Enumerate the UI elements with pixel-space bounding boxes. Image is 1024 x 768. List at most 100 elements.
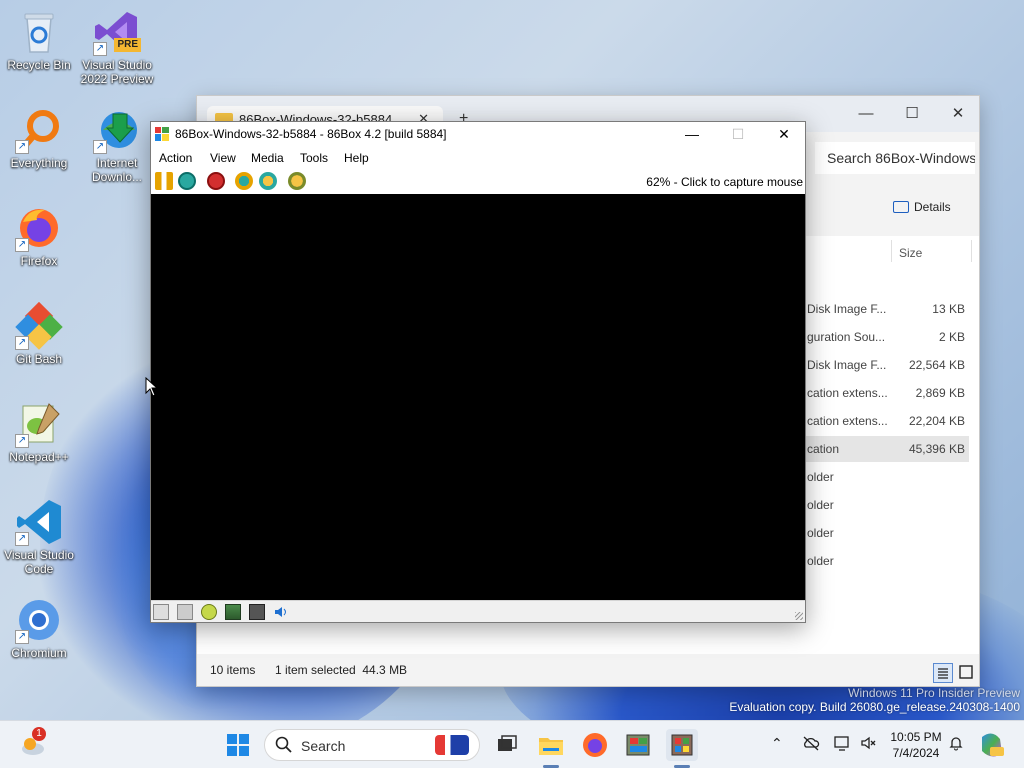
- status-selection: 1 item selected 44.3 MB: [275, 663, 408, 677]
- shortcut-arrow-icon: ↗: [15, 434, 29, 448]
- desktop-icon-notepad-plus-plus[interactable]: ↗ Notepad++: [0, 400, 78, 464]
- shortcut-arrow-icon: ↗: [15, 532, 29, 546]
- notification-bell-icon[interactable]: [948, 735, 964, 754]
- emulator-window[interactable]: 86Box-Windows-32-b5884 - 86Box 4.2 [buil…: [150, 121, 806, 623]
- file-size-cell: 2 KB: [938, 330, 965, 344]
- column-separator[interactable]: [971, 240, 972, 262]
- column-header-size[interactable]: Size: [899, 246, 922, 260]
- details-pane-button[interactable]: Details: [893, 200, 951, 214]
- large-icons-view-button[interactable]: [957, 663, 977, 683]
- file-row[interactable]: cation 45,396 KB: [805, 436, 969, 462]
- desktop-icon-visual-studio-code[interactable]: ↗ Visual Studio Code: [0, 498, 78, 576]
- file-row[interactable]: older: [805, 464, 969, 490]
- menu-tools[interactable]: Tools: [300, 151, 328, 165]
- close-button[interactable]: ✕: [935, 100, 981, 128]
- menu-media[interactable]: Media: [251, 151, 284, 165]
- hard-reset-icon[interactable]: [288, 172, 306, 190]
- details-view-button[interactable]: [933, 663, 953, 683]
- 86box-app-icon: [155, 127, 169, 141]
- file-explorer-taskbar-icon[interactable]: [535, 729, 567, 761]
- explorer-search-input[interactable]: Search 86Box-Windows-32-b5884: [815, 142, 975, 174]
- 86box-manager-taskbar-icon[interactable]: [622, 729, 654, 761]
- speaker-muted-icon[interactable]: [860, 735, 878, 754]
- capture-mouse-hint[interactable]: 62% - Click to capture mouse: [646, 175, 803, 189]
- firefox-taskbar-icon[interactable]: [579, 729, 611, 761]
- file-row[interactable]: cation extens... 2,869 KB: [805, 380, 969, 406]
- desktop-icon-git-bash[interactable]: ↗ Git Bash: [0, 301, 78, 366]
- preview-badge: PRE: [114, 38, 141, 52]
- copilot-preview-icon[interactable]: [978, 731, 1006, 759]
- chevron-up-icon[interactable]: ⌃: [771, 735, 783, 752]
- shortcut-arrow-icon: ↗: [15, 630, 29, 644]
- desktop-icon-recycle-bin[interactable]: Recycle Bin: [0, 8, 78, 72]
- desktop-icon-internet-download-manager[interactable]: ↗ Internet Downlo...: [78, 106, 156, 184]
- recycle-bin-icon: [15, 8, 63, 56]
- sound-icon[interactable]: [273, 604, 289, 620]
- clock-time: 10:05 PM: [890, 730, 942, 744]
- file-row[interactable]: guration Sou... 2 KB: [805, 324, 969, 350]
- start-button[interactable]: [222, 729, 254, 761]
- cloud-offline-icon[interactable]: [802, 735, 820, 754]
- emulator-title: 86Box-Windows-32-b5884 - 86Box 4.2 [buil…: [175, 127, 447, 141]
- desktop-icon-label: Recycle Bin: [7, 58, 71, 72]
- shortcut-arrow-icon: ↗: [15, 238, 29, 252]
- desktop-icon-visual-studio-2022-preview[interactable]: PRE ↗ Visual Studio 2022 Preview: [78, 8, 156, 86]
- reset-icon[interactable]: [259, 172, 277, 190]
- floppy-drive-2-icon[interactable]: [177, 604, 193, 620]
- emulator-menu-bar: Action View Media Tools Help: [151, 146, 805, 168]
- settings-icon[interactable]: [235, 172, 253, 190]
- visual-studio-icon: PRE ↗: [93, 8, 141, 56]
- weather-widget-icon[interactable]: 1: [18, 727, 50, 761]
- file-row[interactable]: cation extens... 22,204 KB: [805, 408, 969, 434]
- power-icon[interactable]: [207, 172, 225, 190]
- emulator-status-bar: [151, 600, 805, 622]
- floppy-drive-icon[interactable]: [153, 604, 169, 620]
- file-row[interactable]: older: [805, 492, 969, 518]
- shortcut-arrow-icon: ↗: [93, 140, 107, 154]
- file-type-cell: guration Sou...: [807, 330, 886, 344]
- file-row[interactable]: older: [805, 520, 969, 546]
- network-icon[interactable]: [249, 604, 265, 620]
- minimize-button[interactable]: —: [843, 100, 889, 128]
- pause-icon[interactable]: [155, 172, 173, 190]
- taskbar-search-box[interactable]: Search: [264, 729, 480, 761]
- file-size-cell: 22,564 KB: [908, 358, 965, 372]
- notification-badge: 1: [32, 727, 46, 741]
- desktop-icon-label: Chromium: [11, 646, 67, 660]
- emulator-title-bar[interactable]: 86Box-Windows-32-b5884 - 86Box 4.2 [buil…: [151, 122, 805, 146]
- column-separator[interactable]: [891, 240, 892, 262]
- file-row[interactable]: Disk Image F... 13 KB: [805, 296, 969, 322]
- menu-help[interactable]: Help: [344, 151, 369, 165]
- resize-grip[interactable]: [795, 612, 803, 620]
- hard-disk-icon[interactable]: [225, 604, 241, 620]
- file-size-cell: 13 KB: [932, 302, 965, 316]
- 86box-vm-taskbar-icon[interactable]: [666, 729, 698, 761]
- file-type-cell: cation: [807, 442, 840, 456]
- firefox-icon: ↗: [15, 204, 63, 252]
- menu-action[interactable]: Action: [159, 151, 192, 165]
- ctrl-alt-del-icon[interactable]: [178, 172, 196, 190]
- watermark-line-1: Windows 11 Pro Insider Preview: [848, 686, 1020, 700]
- close-button[interactable]: ✕: [761, 122, 807, 146]
- search-highlight-icon: [435, 735, 469, 755]
- emulator-display[interactable]: [151, 194, 805, 602]
- taskbar-clock[interactable]: 10:05 PM 7/4/2024: [880, 729, 952, 761]
- minimize-button[interactable]: —: [669, 122, 715, 146]
- display-icon[interactable]: [834, 735, 852, 754]
- file-row[interactable]: older: [805, 548, 969, 574]
- shortcut-arrow-icon: ↗: [15, 140, 29, 154]
- desktop-icon-label: Notepad++: [9, 450, 69, 464]
- menu-view[interactable]: View: [210, 151, 236, 165]
- cdrom-icon[interactable]: [201, 604, 217, 620]
- task-view-icon[interactable]: [490, 729, 522, 761]
- file-type-cell: older: [807, 498, 834, 512]
- desktop-icon-firefox[interactable]: ↗ Firefox: [0, 204, 78, 268]
- file-row[interactable]: Disk Image F... 22,564 KB: [805, 352, 969, 378]
- details-label: Details: [914, 200, 951, 214]
- file-size-cell: 45,396 KB: [908, 442, 965, 456]
- file-size-cell: 22,204 KB: [908, 414, 965, 428]
- vscode-icon: ↗: [15, 498, 63, 546]
- desktop-icon-everything[interactable]: ↗ Everything: [0, 106, 78, 170]
- desktop-icon-chromium[interactable]: ↗ Chromium: [0, 596, 78, 660]
- maximize-button[interactable]: ☐: [889, 100, 935, 128]
